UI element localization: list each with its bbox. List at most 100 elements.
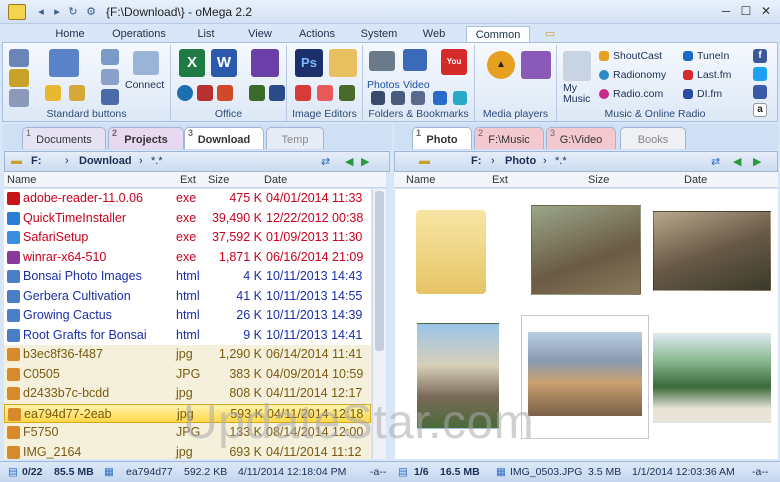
dropbox-icon[interactable] [433, 91, 447, 105]
word-icon[interactable]: W [211, 49, 237, 77]
tab-view[interactable]: View [238, 26, 282, 42]
skype-icon[interactable] [177, 85, 193, 101]
paint-palette-icon[interactable] [329, 49, 357, 77]
tab-operations[interactable]: Operations [104, 26, 174, 42]
aimp-icon[interactable]: ▲ [487, 51, 515, 79]
tab-temp[interactable]: Temp [266, 127, 324, 149]
thumb-folder[interactable] [409, 195, 499, 305]
tab-video[interactable]: 3 G:\Video [546, 127, 616, 149]
columns-icon[interactable] [9, 69, 29, 87]
download-icon[interactable] [371, 91, 385, 105]
col-date[interactable]: Date [684, 174, 707, 186]
tab-web[interactable]: Web [416, 26, 452, 42]
col-size[interactable]: Size [588, 174, 609, 186]
thumb-img-0503[interactable] [521, 315, 649, 439]
maximize-button[interactable]: ☐ [738, 4, 754, 20]
tab-projects[interactable]: 2 Projects [108, 127, 184, 149]
tree-view-icon[interactable] [9, 89, 29, 107]
file-row[interactable]: QuickTimeInstaller exe 39,490 K 12/22/2012 … [4, 209, 371, 229]
pin-icon[interactable] [49, 49, 79, 77]
tab-photo[interactable]: 1 Photo [412, 127, 472, 149]
thumb-tree-roots[interactable] [653, 211, 771, 291]
path-drive[interactable]: F: [31, 155, 41, 167]
photos-button[interactable]: Photos [367, 79, 400, 91]
radio-link-lastfm[interactable]: Last.fm [697, 69, 731, 81]
my-music-button[interactable]: My Music [563, 83, 593, 105]
access-icon[interactable] [197, 85, 213, 101]
connect-button[interactable]: Connect [125, 79, 164, 91]
camera-raw-icon[interactable] [295, 85, 311, 101]
nav-back-icon[interactable]: ◀ [345, 155, 353, 168]
file-row[interactable]: Growing Cactus html 26 K 10/11/2013 14:39 [4, 306, 371, 326]
tab-music[interactable]: 2 F:\Music [474, 127, 544, 149]
vimeo-icon[interactable] [453, 91, 467, 105]
col-ext[interactable]: Ext [180, 174, 196, 186]
sync-icon[interactable]: ⇄ [711, 155, 720, 168]
nav-forward-icon[interactable]: ▶ [361, 155, 369, 168]
youtube-icon[interactable]: You [441, 49, 467, 75]
network-icon[interactable] [101, 49, 119, 65]
file-row[interactable]: Bonsai Photo Images html 4 K 10/11/2013 14:… [4, 267, 371, 287]
thumb-ruin-wall[interactable] [531, 205, 641, 295]
bookmark-tab-icon[interactable]: ▭ [542, 26, 558, 42]
radio-link-radio-com[interactable]: Radio.com [613, 88, 663, 100]
file-row[interactable]: Gerbera Cultivation html 41 K 10/11/2013 14… [4, 287, 371, 307]
excel-icon[interactable]: X [179, 49, 205, 77]
folder-icon[interactable] [69, 85, 85, 101]
app-home-icon[interactable] [8, 4, 26, 20]
bookmark-icon[interactable] [411, 91, 425, 105]
scrollbar-thumb[interactable] [375, 191, 384, 351]
path-filter[interactable]: *.* [555, 155, 567, 167]
powerpoint-icon[interactable] [217, 85, 233, 101]
forward-icon[interactable]: ▸ [50, 5, 64, 19]
file-row[interactable]: SafariSetup exe 37,592 K 01/09/2013 11:30 [4, 228, 371, 248]
favorites-star-icon[interactable] [45, 85, 61, 101]
close-button[interactable]: ✕ [758, 4, 774, 20]
col-ext[interactable]: Ext [492, 174, 508, 186]
file-row[interactable]: adobe-reader-11.0.06 exe 475 K 04/01/2014 1… [4, 189, 371, 209]
nav-back-icon[interactable]: ◀ [733, 155, 741, 168]
facebook-icon[interactable]: f [753, 49, 767, 63]
video-button[interactable]: Video [403, 79, 430, 91]
col-name[interactable]: Name [7, 174, 36, 186]
file-row[interactable]: b3ec8f36-f487 jpg 1,290 K 06/14/2014 11:41 [4, 345, 371, 365]
nav-forward-icon[interactable]: ▶ [753, 155, 761, 168]
dreamweaver-icon[interactable] [249, 85, 265, 101]
col-size[interactable]: Size [208, 174, 229, 186]
thumb-palm-beach[interactable] [653, 333, 771, 423]
radio-link-tunein[interactable]: TuneIn [697, 50, 729, 62]
file-row[interactable]: winrar-x64-510 exe 1,871 K 06/16/2014 21:09 [4, 248, 371, 268]
refresh-icon[interactable]: ↻ [66, 5, 80, 19]
tab-home[interactable]: Home [44, 26, 96, 42]
path-drive[interactable]: F: [471, 155, 481, 167]
back-icon[interactable]: ◂ [34, 5, 48, 19]
minimize-button[interactable]: ─ [718, 4, 734, 20]
col-date[interactable]: Date [264, 174, 287, 186]
path-folder[interactable]: Photo [505, 155, 536, 167]
left-address-bar[interactable]: ▬ F: › Download › *.* ⇄ ◀ ▶ [4, 151, 390, 172]
brush-icon[interactable] [339, 85, 355, 101]
twitter-icon[interactable] [753, 67, 767, 81]
upload-icon[interactable] [391, 91, 405, 105]
visual-studio-icon[interactable] [251, 49, 279, 77]
path-filter[interactable]: *.* [151, 155, 163, 167]
tab-books[interactable]: Books [620, 127, 686, 149]
radio-link-radionomy[interactable]: Radionomy [613, 69, 666, 81]
path-folder[interactable]: Download [79, 155, 132, 167]
share-icon[interactable] [753, 85, 767, 99]
file-row[interactable]: Root Grafts for Bonsai html 9 K 10/11/2013 … [4, 326, 371, 346]
winamp-icon[interactable] [521, 51, 551, 79]
sync-icon[interactable]: ⇄ [321, 155, 330, 168]
list-view-icon[interactable] [9, 49, 29, 67]
tab-list[interactable]: List [186, 26, 226, 42]
video-film-icon[interactable] [403, 49, 427, 71]
save-icon[interactable] [101, 89, 119, 105]
settings-icon[interactable]: ⚙ [84, 5, 98, 19]
connect-icon[interactable] [133, 51, 159, 75]
radio-link-difm[interactable]: DI.fm [697, 88, 722, 100]
photos-camera-icon[interactable] [369, 51, 395, 71]
tab-common[interactable]: Common [466, 26, 530, 42]
drive-icon[interactable] [101, 69, 119, 85]
file-row[interactable]: C0505 JPG 383 K 04/09/2014 10:59 [4, 364, 371, 384]
col-name[interactable]: Name [406, 174, 435, 186]
